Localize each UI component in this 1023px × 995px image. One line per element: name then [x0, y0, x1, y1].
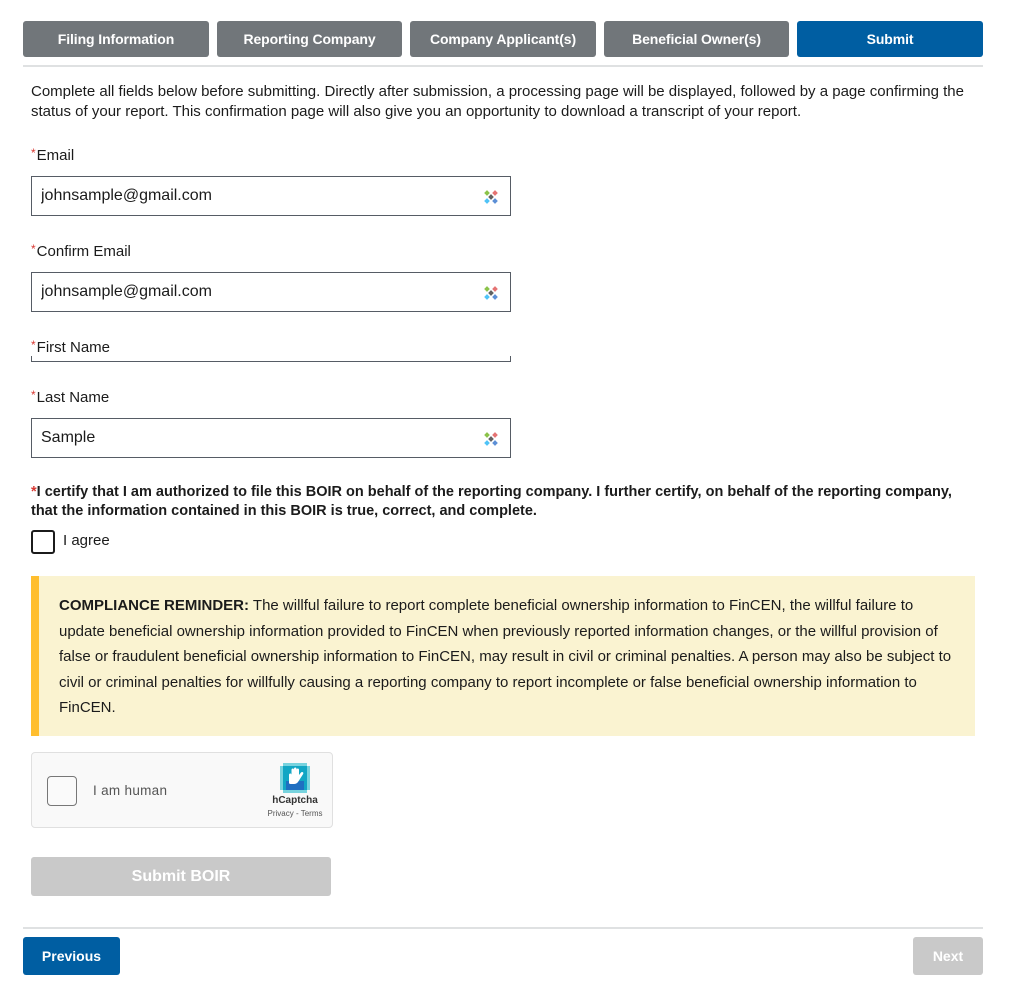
intro-text: Complete all fields below before submitt…	[31, 83, 964, 120]
reminder-body: The willful failure to report complete b…	[59, 597, 952, 716]
required-marker: *	[31, 338, 36, 352]
captcha-widget: I am human hCaptcha Privacy - Terms	[31, 752, 333, 828]
tab-submit[interactable]: Submit	[797, 21, 983, 57]
email-input[interactable]	[41, 187, 461, 205]
required-marker: *	[31, 146, 36, 160]
bottom-divider	[23, 927, 983, 929]
reminder-title: COMPLIANCE REMINDER:	[59, 597, 249, 614]
captcha-checkbox[interactable]	[47, 776, 77, 806]
password-manager-icon[interactable]	[483, 285, 499, 301]
next-button[interactable]: Next	[913, 937, 983, 975]
last-name-input[interactable]	[41, 429, 461, 447]
tab-company-applicants[interactable]: Company Applicant(s)	[410, 21, 596, 57]
required-marker: *	[31, 388, 36, 402]
certification-text: *I certify that I am authorized to file …	[31, 483, 961, 521]
compliance-reminder: COMPLIANCE REMINDER: The willful failure…	[31, 576, 975, 736]
captcha-privacy-terms-links[interactable]: Privacy - Terms	[260, 809, 330, 818]
first-name-label: *First Name	[31, 338, 110, 356]
last-name-label-text: Last Name	[36, 389, 110, 406]
captcha-label: I am human	[93, 783, 168, 798]
tab-beneficial-owners[interactable]: Beneficial Owner(s)	[604, 21, 789, 57]
last-name-field[interactable]	[31, 418, 511, 458]
previous-button[interactable]: Previous	[23, 937, 120, 975]
tab-reporting-company[interactable]: Reporting Company	[217, 21, 402, 57]
confirm-email-label: *Confirm Email	[31, 242, 131, 260]
tab-filing-information[interactable]: Filing Information	[23, 21, 209, 57]
agree-checkbox[interactable]	[31, 530, 55, 554]
email-label-text: Email	[36, 147, 75, 164]
submit-boir-button[interactable]: Submit BOIR	[31, 857, 331, 896]
password-manager-icon[interactable]	[483, 431, 499, 447]
first-name-field[interactable]	[31, 356, 511, 362]
email-field[interactable]	[31, 176, 511, 216]
required-marker: *	[31, 242, 36, 256]
first-name-label-text: First Name	[36, 339, 111, 356]
certification-statement: I certify that I am authorized to file t…	[31, 484, 952, 519]
confirm-email-field[interactable]	[31, 272, 511, 312]
agree-label[interactable]: I agree	[63, 532, 110, 549]
hcaptcha-logo-icon	[280, 763, 310, 793]
last-name-label: *Last Name	[31, 388, 109, 406]
password-manager-icon[interactable]	[483, 189, 499, 205]
confirm-email-label-text: Confirm Email	[36, 243, 131, 260]
confirm-email-input[interactable]	[41, 283, 461, 301]
top-divider	[23, 65, 983, 67]
email-label: *Email	[31, 146, 74, 164]
captcha-brand: hCaptcha	[272, 795, 318, 806]
